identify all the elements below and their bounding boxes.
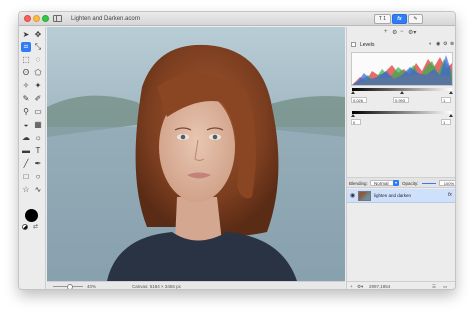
levels-label: Levels [360, 42, 375, 48]
chevron-down-icon[interactable]: ▾ [393, 180, 399, 186]
minimize-window-button[interactable] [33, 15, 40, 22]
layer-fx-icon[interactable]: fx [448, 192, 452, 198]
transform-tool-icon[interactable]: ⤡ [33, 42, 43, 52]
line-tool-icon[interactable]: ╱ [21, 159, 31, 169]
levels-enable-checkbox[interactable] [351, 42, 356, 47]
output-white-handle[interactable] [449, 114, 453, 117]
layers-tab-button[interactable]: T 1 [374, 14, 391, 24]
burn-tool-icon[interactable]: ☼ [33, 133, 43, 143]
filter-settings-icon[interactable]: ⚙ [392, 29, 397, 36]
levels-filter-header: Levels ◐ ◉ ⚙ ⊗ [350, 41, 455, 50]
layer-list-icon[interactable]: ☰ [432, 284, 436, 289]
opacity-field[interactable]: 100% [439, 180, 455, 186]
input-gamma-field[interactable]: 0.993 [393, 97, 409, 103]
magic-wand-tool-icon[interactable]: ✧ [21, 81, 31, 91]
window-title: Lighten and Darken.acorn [71, 16, 141, 22]
output-levels-gradient [352, 111, 452, 114]
opacity-slider[interactable] [422, 183, 436, 184]
zoom-window-button[interactable] [42, 15, 49, 22]
output-white-field[interactable]: 1 [441, 119, 451, 125]
layers-footer: + ⚙▾ 2997,1854 ☰ ▭ [347, 281, 455, 289]
levels-histogram [351, 52, 453, 86]
levels-close-icon[interactable]: ⊗ [450, 41, 454, 47]
layer-row[interactable]: ◉ lighten and darken fx [347, 189, 455, 203]
dodge-tool-icon[interactable]: ☁ [21, 133, 31, 143]
opacity-label: Opacity: [402, 181, 419, 186]
histogram-graph [352, 55, 452, 85]
text-tool-icon[interactable]: T [33, 146, 43, 156]
pencil-tool-icon[interactable]: ✐ [33, 94, 43, 104]
add-layer-icon[interactable]: + [350, 284, 353, 289]
title-bar: Lighten and Darken.acorn T 1 fx ✎ [19, 12, 455, 26]
input-white-handle[interactable] [449, 91, 453, 94]
pen-tool-icon[interactable]: ✒ [33, 159, 43, 169]
preview-toggle-icon[interactable]: ◐ [429, 41, 432, 47]
text-arrow-tool-icon[interactable]: ✥ [33, 30, 43, 40]
cursor-coordinates: 2997,1854 [369, 284, 391, 289]
input-black-handle[interactable] [351, 91, 355, 94]
input-white-field[interactable]: 1 [441, 97, 451, 103]
default-colors-icon[interactable] [22, 224, 28, 230]
add-filter-icon[interactable]: + [384, 29, 388, 35]
ellipse-select-tool-icon[interactable]: ◌ [33, 55, 43, 65]
image-canvas[interactable] [47, 27, 345, 281]
lasso-tool-icon[interactable]: ʘ [21, 68, 31, 78]
blending-controls: Blending: Normal ▾ Opacity: 100% [347, 177, 455, 188]
portrait-photo [47, 27, 345, 281]
remove-filter-icon[interactable]: − [400, 29, 404, 35]
close-window-button[interactable] [24, 15, 31, 22]
filter-toolbar: + ⚙ − ⚙▾ [347, 27, 455, 39]
app-window: Lighten and Darken.acorn T 1 fx ✎ ➤ ✥ ⌗ … [18, 11, 456, 290]
blending-label: Blending: [349, 181, 368, 186]
zoom-level: 40% [87, 284, 97, 289]
crop-tool-icon[interactable]: ⌗ [21, 42, 31, 52]
brush-tool-icon[interactable]: ✎ [21, 94, 31, 104]
effects-tab-button[interactable]: fx [392, 14, 407, 24]
inspector-panel: + ⚙ − ⚙▾ Levels ◐ ◉ ⚙ ⊗ 0.026 0.993 1 0 … [346, 27, 455, 289]
gradient-tool-icon[interactable]: ▦ [33, 120, 43, 130]
color-select-tool-icon[interactable]: ✦ [33, 81, 43, 91]
input-black-field[interactable]: 0.026 [351, 97, 367, 103]
rect-select-tool-icon[interactable]: ⬚ [21, 55, 31, 65]
rect-tool-icon[interactable]: □ [21, 172, 31, 182]
star-tool-icon[interactable]: ☆ [21, 185, 31, 195]
layer-settings-icon[interactable]: ⚙▾ [357, 284, 363, 289]
input-gamma-handle[interactable] [400, 91, 404, 94]
brush-tab-button[interactable]: ✎ [408, 14, 423, 24]
output-black-field[interactable]: 0 [351, 119, 361, 125]
layer-visibility-eye-icon[interactable]: ◉ [350, 192, 355, 199]
layer-toggle-icon[interactable]: ▭ [443, 284, 447, 289]
tools-palette: ➤ ✥ ⌗ ⤡ ⬚ ◌ ʘ ⬠ ✧ ✦ ✎ ✐ ⚲ ▭ ◒ ▦ ☁ ☼ ▬ T … [19, 27, 46, 289]
layer-thumbnail [358, 191, 371, 201]
polygon-lasso-tool-icon[interactable]: ⬠ [33, 68, 43, 78]
output-black-handle[interactable] [351, 114, 355, 117]
eraser-tool-icon[interactable]: ▭ [33, 107, 43, 117]
canvas-size-info: Canvas: 5184 × 3456 px [132, 284, 181, 289]
foreground-color-swatch[interactable] [25, 209, 38, 222]
zoom-slider[interactable] [53, 284, 83, 289]
clone-tool-icon[interactable]: ⚲ [21, 107, 31, 117]
status-bar: 40% Canvas: 5184 × 3456 px [47, 281, 345, 289]
visibility-eye-icon[interactable]: ◉ [436, 41, 440, 47]
arrow-tool-icon[interactable]: ➤ [21, 30, 31, 40]
filter-menu-icon[interactable]: ⚙▾ [408, 29, 416, 36]
swap-colors-icon[interactable]: ⇄ [33, 223, 38, 230]
paint-bucket-tool-icon[interactable]: ◒ [21, 120, 31, 130]
shape-tool-icon[interactable]: ▬ [21, 146, 31, 156]
sidebar-toggle-icon[interactable] [53, 15, 62, 22]
levels-options-icon[interactable]: ⚙ [443, 41, 447, 47]
layer-name: lighten and darken [374, 193, 412, 198]
oval-tool-icon[interactable]: ○ [33, 172, 43, 182]
bezier-tool-icon[interactable]: ∿ [33, 185, 43, 195]
